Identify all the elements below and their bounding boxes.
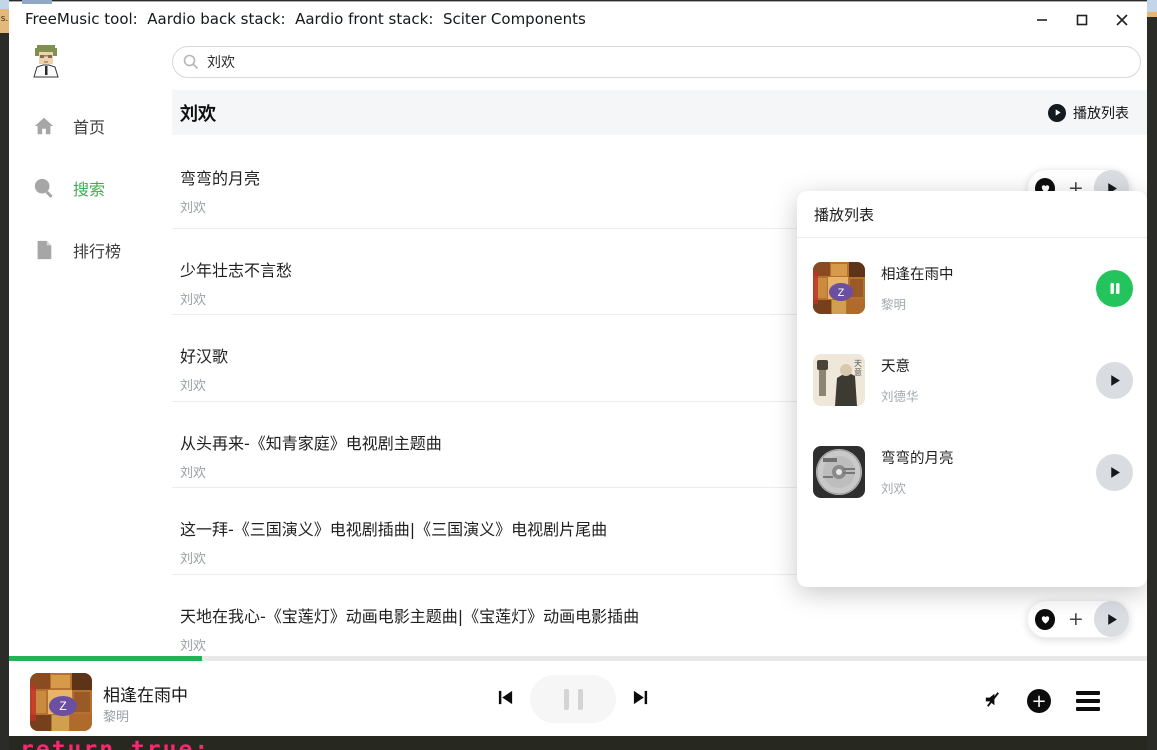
avatar[interactable] <box>31 44 61 82</box>
window-title: FreeMusic tool: Aardio back stack: Aardi… <box>25 10 586 28</box>
menu-icon <box>1076 707 1100 711</box>
playlist-panel-header: 播放列表 <box>797 191 1147 238</box>
sidebar-item-label: 搜索 <box>73 176 105 200</box>
pause-icon <box>578 689 583 710</box>
playlist-item-artist: 黎明 <box>881 294 1096 313</box>
playlist-item[interactable]: Z 相逢在雨中 黎明 <box>813 249 1133 327</box>
player-right-controls: + <box>983 689 1100 713</box>
sidebar: 首页 搜索 排行榜 <box>9 38 164 666</box>
song-artist: 刘欢 <box>180 635 1141 654</box>
sidebar-item-home[interactable]: 首页 <box>9 106 164 146</box>
queue-menu-button[interactable] <box>1076 691 1100 711</box>
song-row[interactable]: 天地在我心-《宝莲灯》动画电影主题曲|《宝莲灯》动画电影插曲 刘欢 <box>172 575 1141 661</box>
background-editor-left-edge <box>0 0 9 750</box>
player-bar: Z 相逢在雨中 黎明 <box>9 661 1147 736</box>
background-window-fragment <box>22 0 52 4</box>
next-icon <box>632 689 649 706</box>
album-art: 天 意 <box>813 354 865 406</box>
now-playing-title: 相逢在雨中 <box>103 681 188 706</box>
background-code-editor: return true; <box>0 736 1157 750</box>
results-header: 刘欢 播放列表 <box>172 90 1147 135</box>
background-window-tab <box>1147 12 1157 17</box>
svg-text:意: 意 <box>854 367 862 377</box>
maximize-button[interactable] <box>1073 11 1091 29</box>
background-editor-right-edge <box>1147 0 1157 750</box>
album-art: Z <box>813 262 865 314</box>
play-icon <box>1108 374 1121 387</box>
search-icon <box>33 177 55 199</box>
playlist-item-artist: 刘欢 <box>881 478 1096 497</box>
song-actions-pill: + <box>1027 600 1130 638</box>
progress-fill <box>9 656 202 661</box>
freemusic-window: FreeMusic tool: Aardio back stack: Aardi… <box>9 2 1147 736</box>
play-icon <box>1105 613 1118 626</box>
search-query-text: 刘欢 <box>207 52 235 72</box>
favorite-button[interactable] <box>1035 609 1055 630</box>
previous-icon <box>497 689 514 706</box>
play-circle-icon <box>1048 104 1066 122</box>
sidebar-item-search[interactable]: 搜索 <box>9 168 164 208</box>
menu-icon <box>1076 691 1100 695</box>
song-title: 天地在我心-《宝莲灯》动画电影主题曲|《宝莲灯》动画电影插曲 <box>180 603 1141 627</box>
pause-icon <box>564 689 569 710</box>
add-to-playlist-button[interactable]: + <box>1066 608 1085 630</box>
muted-speaker-icon <box>983 690 1002 709</box>
close-button[interactable] <box>1113 11 1131 29</box>
search-icon <box>183 54 199 70</box>
search-input[interactable]: 刘欢 <box>172 46 1141 78</box>
results-title: 刘欢 <box>180 100 216 126</box>
playlist-panel-title: 播放列表 <box>814 204 874 225</box>
play-track-button[interactable] <box>1096 454 1133 491</box>
code-text: return true; <box>20 737 210 750</box>
playlist-item-title: 天意 <box>881 355 1096 376</box>
add-button[interactable]: + <box>1027 689 1051 713</box>
svg-text:Z: Z <box>59 699 66 713</box>
pause-button[interactable] <box>530 675 616 723</box>
now-playing-artist: 黎明 <box>103 706 129 725</box>
play-icon <box>1108 466 1121 479</box>
avatar-pixel-art <box>31 44 61 78</box>
playlist-item-title: 相逢在雨中 <box>881 263 1096 284</box>
player-controls <box>497 675 649 723</box>
previous-track-button[interactable] <box>497 689 514 710</box>
now-playing-album-art: Z <box>30 673 92 731</box>
svg-text:Z: Z <box>838 287 845 299</box>
playlist-panel: 播放列表 Z <box>797 191 1147 587</box>
play-song-button[interactable] <box>1094 601 1129 637</box>
next-track-button[interactable] <box>632 689 649 710</box>
background-window-tab: s. <box>0 9 9 33</box>
playlist-toggle-label: 播放列表 <box>1073 103 1129 123</box>
ranking-list-icon <box>33 239 55 261</box>
sidebar-item-label: 排行榜 <box>73 238 121 262</box>
playlist-toggle-button[interactable]: 播放列表 <box>1048 103 1129 123</box>
screen: s. return true; FreeMusic tool: Aardio b… <box>0 0 1157 750</box>
playlist-item-artist: 刘德华 <box>881 386 1096 405</box>
song-title: 弯弯的月亮 <box>180 165 1141 189</box>
menu-icon <box>1076 699 1100 703</box>
home-icon <box>33 115 55 137</box>
album-art <box>813 446 865 498</box>
sidebar-item-label: 首页 <box>73 114 105 138</box>
playlist-item[interactable]: 弯弯的月亮 刘欢 <box>813 433 1133 511</box>
background-window-corner <box>0 0 9 9</box>
background-window-corner <box>1147 0 1157 12</box>
progress-bar[interactable] <box>9 656 1147 661</box>
pause-icon <box>1109 282 1121 295</box>
mute-button[interactable] <box>983 690 1002 713</box>
playlist-item[interactable]: 天 意 天意 刘德华 <box>813 341 1133 419</box>
minimize-button[interactable] <box>1033 11 1051 29</box>
titlebar[interactable]: FreeMusic tool: Aardio back stack: Aardi… <box>9 2 1147 38</box>
sidebar-item-ranking[interactable]: 排行榜 <box>9 230 164 270</box>
pause-track-button[interactable] <box>1096 270 1133 307</box>
svg-text:天: 天 <box>854 359 862 368</box>
play-track-button[interactable] <box>1096 362 1133 399</box>
playlist-item-title: 弯弯的月亮 <box>881 447 1096 468</box>
